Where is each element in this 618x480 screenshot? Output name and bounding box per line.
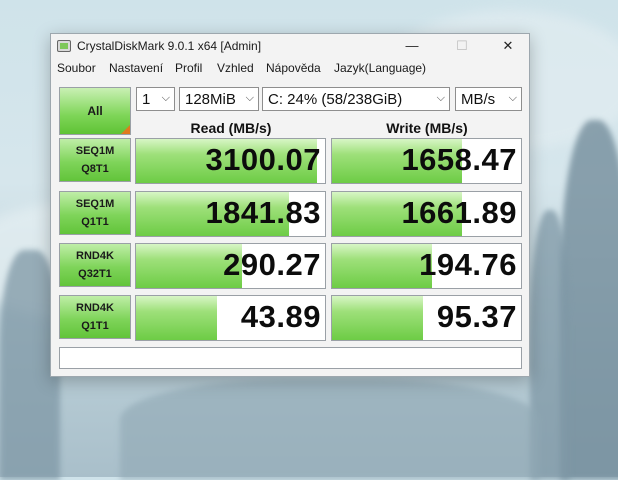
test-name: SEQ1M (75, 145, 115, 157)
test-params: Q1T1 (81, 216, 109, 228)
read-score-bar (136, 296, 218, 340)
chevron-down-icon: ⌵ (436, 92, 445, 104)
write-score-bar (332, 244, 433, 288)
read-value: 1841.83 (205, 195, 321, 230)
test-count-value: 1 (142, 91, 151, 108)
write-value: 194.76 (419, 247, 517, 282)
test-size-select[interactable]: 128MiB ⌵ (179, 87, 259, 111)
write-result-cell: 95.37 (331, 295, 522, 341)
menu-soubor[interactable]: Soubor (57, 61, 96, 75)
menu-profil[interactable]: Profil (175, 61, 202, 75)
test-button-seq1m-q1t1[interactable]: SEQ1M Q1T1 (59, 191, 131, 235)
write-value: 95.37 (436, 299, 517, 334)
window-title: CrystalDiskMark 9.0.1 x64 [Admin] (77, 39, 262, 53)
test-params: Q8T1 (81, 163, 109, 175)
read-value: 290.27 (223, 247, 321, 282)
write-value: 1658.47 (401, 142, 517, 177)
corner-marker-icon (121, 125, 130, 134)
drive-select[interactable]: C: 24% (58/238GiB) ⌵ (262, 87, 450, 111)
menu-bar: Soubor Nastavení Profil Vzhled Nápověda … (51, 58, 529, 78)
write-column-header: Write (MB/s) (386, 120, 468, 136)
test-name: RND4K (76, 250, 114, 262)
run-all-button[interactable]: All (59, 87, 131, 135)
test-button-rnd4k-q1t1[interactable]: RND4K Q1T1 (59, 295, 131, 339)
menu-nastaveni[interactable]: Nastavení (109, 61, 163, 75)
read-value: 43.89 (240, 299, 321, 334)
menu-vzhled[interactable]: Vzhled (217, 61, 254, 75)
maximize-button[interactable]: ☐ (439, 34, 485, 58)
read-result-cell: 290.27 (135, 243, 326, 289)
test-button-rnd4k-q32t1[interactable]: RND4K Q32T1 (59, 243, 131, 287)
unit-select[interactable]: MB/s ⌵ (455, 87, 522, 111)
read-result-cell: 43.89 (135, 295, 326, 341)
read-column-header: Read (MB/s) (190, 120, 272, 136)
minimize-button[interactable]: — (389, 34, 435, 58)
menu-napoveda[interactable]: Nápověda (266, 61, 321, 75)
write-value: 1661.89 (401, 195, 517, 230)
test-params: Q32T1 (78, 268, 112, 280)
write-result-cell: 1658.47 (331, 138, 522, 184)
menu-jazyk[interactable]: Jazyk(Language) (334, 61, 426, 75)
read-result-cell: 1841.83 (135, 191, 326, 237)
run-all-label: All (87, 104, 103, 118)
write-result-cell: 1661.89 (331, 191, 522, 237)
write-score-bar (332, 296, 423, 340)
test-count-select[interactable]: 1 ⌵ (136, 87, 175, 111)
read-value: 3100.07 (205, 142, 321, 177)
chevron-down-icon: ⌵ (161, 92, 170, 104)
chevron-down-icon: ⌵ (508, 92, 517, 104)
title-bar: CrystalDiskMark 9.0.1 x64 [Admin] — ☐ ✕ (51, 34, 529, 58)
unit-value: MB/s (461, 91, 496, 108)
app-icon (57, 40, 71, 52)
close-button[interactable]: ✕ (485, 34, 531, 58)
test-size-value: 128MiB (185, 91, 236, 108)
crystaldiskmark-window: CrystalDiskMark 9.0.1 x64 [Admin] — ☐ ✕ … (50, 33, 530, 377)
test-params: Q1T1 (81, 320, 109, 332)
chevron-down-icon: ⌵ (245, 92, 254, 104)
test-name: SEQ1M (75, 198, 115, 210)
test-name: RND4K (76, 302, 114, 314)
write-result-cell: 194.76 (331, 243, 522, 289)
read-result-cell: 3100.07 (135, 138, 326, 184)
comment-field[interactable] (59, 347, 522, 369)
drive-value: C: 24% (58/238GiB) (268, 91, 403, 108)
test-button-seq1m-q8t1[interactable]: SEQ1M Q8T1 (59, 138, 131, 182)
